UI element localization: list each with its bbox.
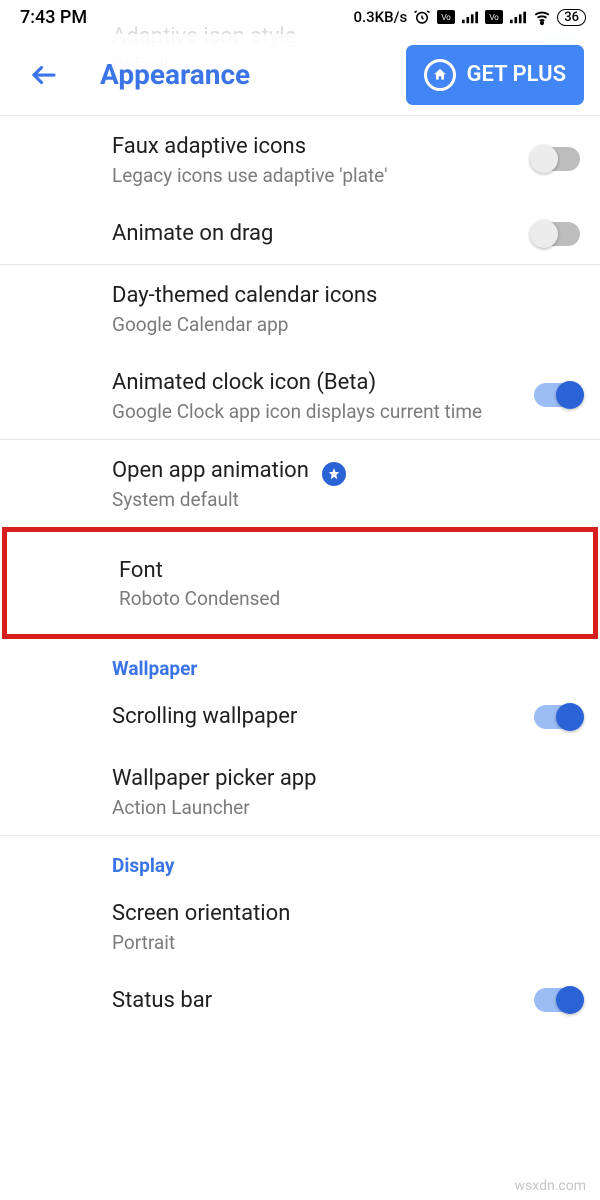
- section-display: Display: [0, 836, 600, 883]
- toggle-animated-clock[interactable]: [534, 383, 580, 407]
- signal-icon-2: [509, 8, 527, 26]
- row-title: Animated clock icon (Beta): [112, 368, 524, 398]
- app-bar: Appearance GET PLUS: [0, 34, 600, 116]
- status-time: 7:43 PM: [20, 7, 87, 28]
- toggle-status-bar[interactable]: [534, 988, 580, 1012]
- volte-icon-1: Vo: [437, 8, 455, 26]
- row-status-bar[interactable]: Status bar: [0, 970, 600, 1024]
- row-faux-adaptive-icons[interactable]: Faux adaptive icons Legacy icons use ada…: [0, 116, 600, 203]
- watermark: wsxdn.com: [515, 1178, 586, 1194]
- arrow-left-icon: [29, 60, 59, 90]
- row-title: Day-themed calendar icons: [112, 281, 580, 311]
- wifi-icon: [533, 8, 551, 26]
- toggle-animate-drag[interactable]: [534, 222, 580, 246]
- row-day-calendar-icons[interactable]: Day-themed calendar icons Google Calenda…: [0, 265, 600, 352]
- row-scrolling-wallpaper[interactable]: Scrolling wallpaper: [0, 686, 600, 748]
- row-subtitle: System default: [112, 488, 580, 511]
- get-plus-label: GET PLUS: [466, 62, 566, 87]
- toggle-faux-adaptive[interactable]: [534, 147, 580, 171]
- settings-list: Faux adaptive icons Legacy icons use ada…: [0, 116, 600, 1023]
- get-plus-button[interactable]: GET PLUS: [406, 45, 584, 105]
- row-subtitle: Google Calendar app: [112, 313, 580, 336]
- status-icons: 0.3KB/s Vo Vo 36: [353, 8, 586, 26]
- row-title: Wallpaper picker app: [112, 764, 580, 794]
- row-subtitle: Legacy icons use adaptive 'plate': [112, 164, 524, 187]
- row-open-app-animation[interactable]: Open app animation System default: [0, 440, 600, 527]
- battery-indicator: 36: [557, 9, 586, 26]
- row-title: Faux adaptive icons: [112, 132, 524, 162]
- volte-icon-2: Vo: [485, 8, 503, 26]
- row-title: Animate on drag: [112, 219, 524, 249]
- row-subtitle: Roboto Condensed: [119, 587, 573, 610]
- row-subtitle: Google Clock app icon displays current t…: [112, 400, 524, 423]
- row-font[interactable]: Font Roboto Condensed: [2, 527, 598, 640]
- row-animate-on-drag[interactable]: Animate on drag: [0, 203, 600, 265]
- svg-text:Vo: Vo: [490, 13, 500, 22]
- net-speed: 0.3KB/s: [353, 8, 407, 26]
- back-button[interactable]: [24, 55, 64, 95]
- row-title: Status bar: [112, 986, 524, 1016]
- page-title: Appearance: [100, 58, 406, 91]
- alarm-icon: [413, 8, 431, 26]
- row-subtitle: Action Launcher: [112, 796, 580, 819]
- row-screen-orientation[interactable]: Screen orientation Portrait: [0, 883, 600, 970]
- star-icon: [322, 462, 346, 486]
- row-animated-clock[interactable]: Animated clock icon (Beta) Google Clock …: [0, 352, 600, 439]
- toggle-scrolling-wallpaper[interactable]: [534, 705, 580, 729]
- svg-text:Vo: Vo: [442, 13, 452, 22]
- section-wallpaper: Wallpaper: [0, 639, 600, 686]
- home-icon: [424, 59, 456, 91]
- signal-icon-1: [461, 8, 479, 26]
- row-subtitle: Portrait: [112, 931, 580, 954]
- row-title: Screen orientation: [112, 899, 580, 929]
- row-title: Open app animation: [112, 456, 580, 486]
- row-wallpaper-picker[interactable]: Wallpaper picker app Action Launcher: [0, 748, 600, 835]
- status-bar: 7:43 PM 0.3KB/s Vo Vo 36: [0, 0, 600, 34]
- row-title: Scrolling wallpaper: [112, 702, 524, 732]
- row-title: Font: [119, 556, 573, 586]
